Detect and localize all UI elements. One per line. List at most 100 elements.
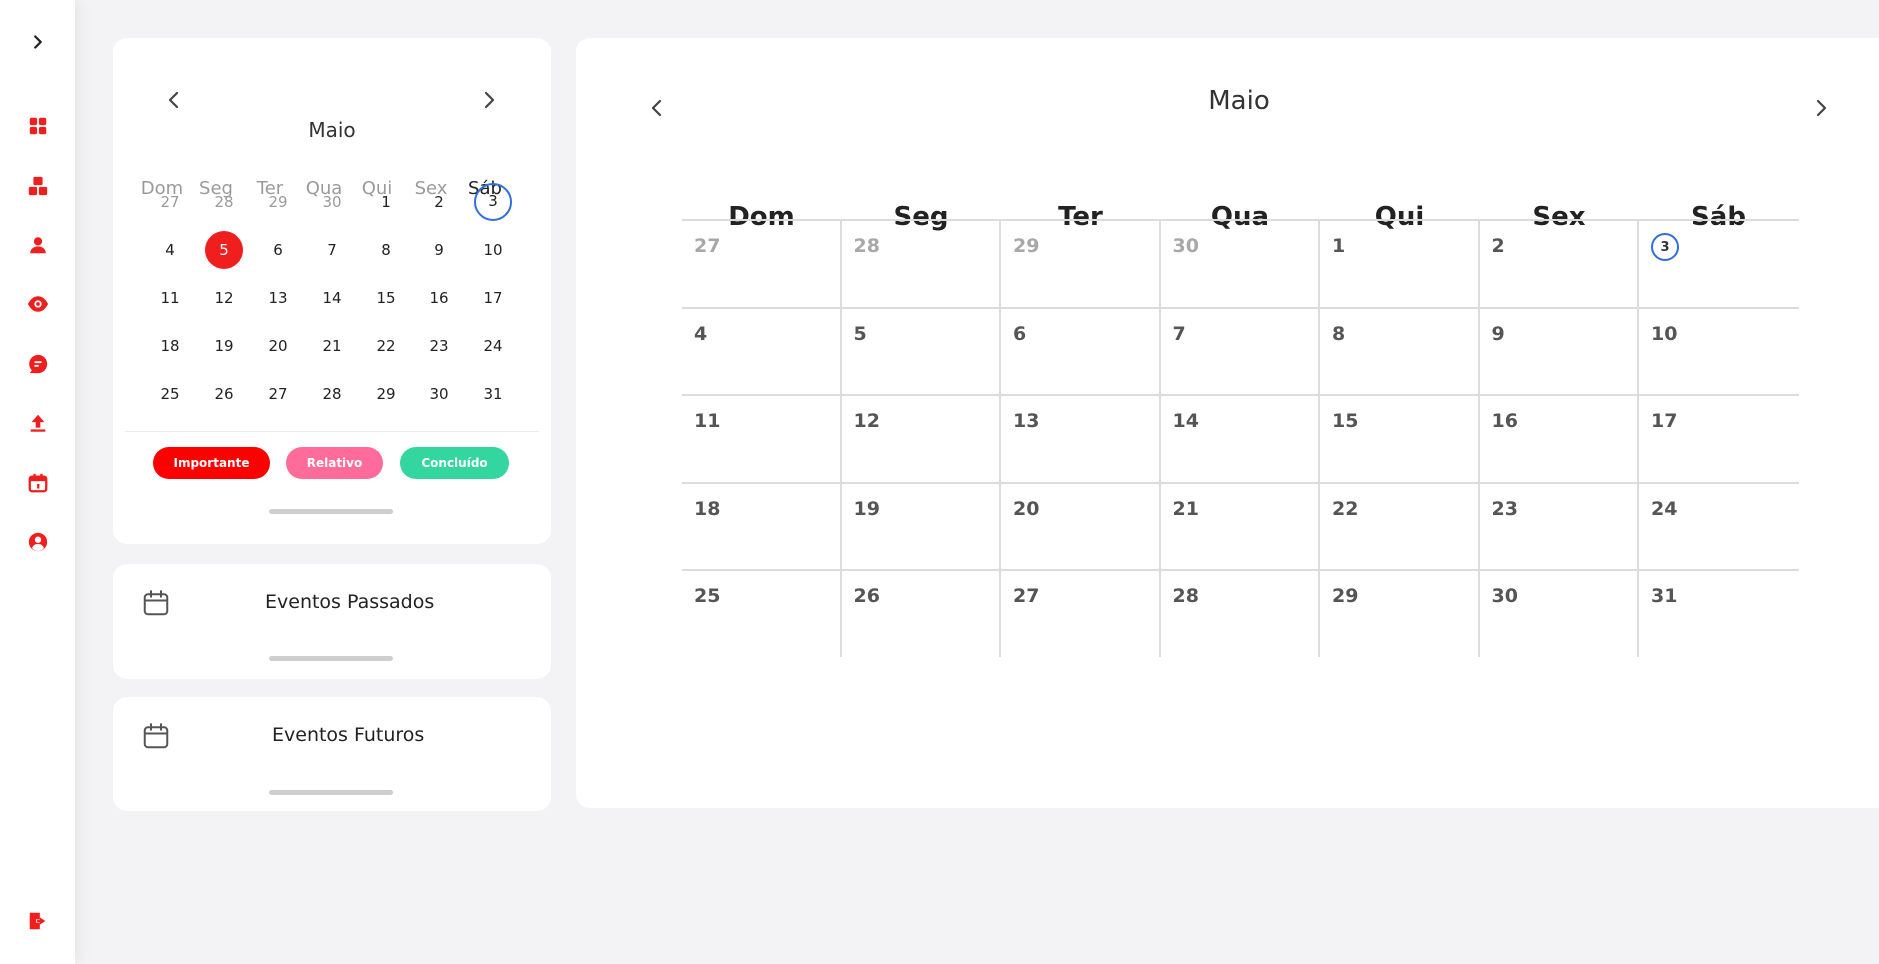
legend-relativo-button[interactable]: Relativo [286,447,383,479]
calendar-day-cell[interactable]: 11 [682,394,842,482]
calendar-day-cell[interactable]: 17 [1639,394,1799,482]
calendar-day-cell[interactable]: 6 [1001,306,1161,395]
mini-calendar-day[interactable]: 2 [420,183,458,221]
main-prev-month-arrow-icon[interactable] [645,96,669,120]
mini-calendar-day[interactable]: 8 [367,231,405,269]
mini-calendar-day[interactable]: 19 [205,327,243,365]
calendar-day-cell[interactable]: 4 [682,306,842,395]
calendar-day-cell[interactable]: 22 [1320,481,1480,570]
mini-calendar-day[interactable]: 27 [259,375,297,413]
mini-calendar-day[interactable]: 28 [313,375,351,413]
main-calendar-card: Maio Dom Seg Ter Qua Qui Sex Sáb 27 28 29 30 1 2 3 4 5… [576,38,1879,808]
mini-calendar-day[interactable]: 22 [367,327,405,365]
logout-button[interactable] [24,907,52,935]
mini-calendar-day[interactable]: 20 [259,327,297,365]
mini-prev-month-arrow-icon[interactable] [162,88,186,112]
mini-calendar-day[interactable]: 27 [151,183,189,221]
legend-importante-button[interactable]: Importante [153,447,270,479]
mini-calendar-day[interactable]: 4 [151,231,189,269]
mini-calendar-day[interactable]: 18 [151,327,189,365]
main-next-month-arrow-icon[interactable] [1809,96,1833,120]
calendar-day-number: 27 [1013,585,1040,608]
calendar-day-cell[interactable]: 18 [682,481,842,570]
sidebar-item-view[interactable] [24,290,52,318]
calendar-day-number: 1 [1332,235,1346,257]
calendar-day-cell[interactable]: 29 [1001,219,1161,307]
sidebar-item-calendar[interactable] [24,469,52,497]
sidebar-item-blocks[interactable] [24,172,52,200]
mini-calendar-day[interactable]: 31 [474,375,512,413]
calendar-day-cell[interactable]: 27 [1001,569,1161,657]
calendar-day-cell[interactable]: 30 [1160,219,1320,307]
mini-calendar-day[interactable]: 9 [420,231,458,269]
calendar-day-cell[interactable]: 16 [1479,394,1639,482]
calendar-day-cell[interactable]: 24 [1639,481,1799,570]
mini-calendar-day[interactable]: 3 [474,183,512,221]
mini-calendar-day[interactable]: 29 [367,375,405,413]
calendar-day-cell[interactable]: 2 [1479,219,1639,307]
mini-calendar-day[interactable]: 6 [259,231,297,269]
mini-calendar-day[interactable]: 11 [151,279,189,317]
calendar-day-cell[interactable]: 14 [1160,394,1320,482]
future-events-card[interactable]: Eventos Futuros [113,697,551,811]
mini-calendar-day[interactable]: 26 [205,375,243,413]
calendar-day-cell[interactable]: 7 [1160,306,1320,395]
calendar-day-number: 7 [1172,322,1186,345]
sidebar-item-user[interactable] [24,231,52,259]
calendar-day-number: 31 [1651,585,1678,608]
sidebar-item-dashboard[interactable] [24,112,52,140]
calendar-day-cell[interactable]: 15 [1320,394,1480,482]
mini-calendar-day[interactable]: 12 [205,279,243,317]
calendar-day-cell[interactable]: 27 [682,219,842,307]
calendar-day-cell[interactable]: 28 [841,219,1001,307]
mini-calendar-day[interactable]: 5 [205,231,243,269]
legend-concluido-button[interactable]: Concluído [400,447,509,479]
calendar-day-cell[interactable]: 28 [1160,569,1320,657]
sidebar-item-chat[interactable] [24,350,52,378]
calendar-day-cell[interactable]: 23 [1479,481,1639,570]
calendar-day-cell[interactable]: 3 [1639,219,1799,307]
mini-calendar-day[interactable]: 25 [151,375,189,413]
calendar-day-number: 5 [853,322,867,345]
mini-calendar-day[interactable]: 13 [259,279,297,317]
past-events-handle[interactable] [269,656,393,661]
mini-calendar-day[interactable]: 16 [420,279,458,317]
past-events-card[interactable]: Eventos Passados [113,564,551,679]
mini-calendar-card: Maio Dom Seg Ter Qua Qui Sex Sáb 27 28 29 30 1 2 3 4 5… [113,38,551,544]
calendar-day-cell[interactable]: 12 [841,394,1001,482]
calendar-day-cell[interactable]: 8 [1320,306,1480,395]
mini-calendar-day[interactable]: 23 [420,327,458,365]
calendar-day-cell[interactable]: 26 [841,569,1001,657]
mini-calendar-day[interactable]: 29 [259,183,297,221]
calendar-day-cell[interactable]: 25 [682,569,842,657]
calendar-day-cell[interactable]: 9 [1479,306,1639,395]
calendar-icon [28,473,47,493]
calendar-day-cell[interactable]: 19 [841,481,1001,570]
calendar-day-cell[interactable]: 21 [1160,481,1320,570]
calendar-day-cell[interactable]: 1 [1320,219,1480,307]
future-events-handle[interactable] [269,790,393,795]
mini-calendar-day[interactable]: 21 [313,327,351,365]
mini-calendar-day[interactable]: 30 [313,183,351,221]
mini-calendar-day[interactable]: 24 [474,327,512,365]
mini-calendar-day[interactable]: 1 [367,183,405,221]
calendar-day-cell[interactable]: 30 [1479,569,1639,657]
mini-calendar-day[interactable]: 14 [313,279,351,317]
mini-calendar-day[interactable]: 17 [474,279,512,317]
sidebar-item-account[interactable] [24,528,52,556]
mini-calendar-day[interactable]: 30 [420,375,458,413]
mini-calendar-day[interactable]: 7 [313,231,351,269]
calendar-day-cell[interactable]: 13 [1001,394,1161,482]
calendar-day-cell[interactable]: 31 [1639,569,1799,657]
card-handle[interactable] [269,509,393,514]
calendar-day-cell[interactable]: 5 [841,306,1001,395]
calendar-day-cell[interactable]: 29 [1320,569,1480,657]
mini-calendar-day[interactable]: 10 [474,231,512,269]
mini-calendar-day[interactable]: 28 [205,183,243,221]
mini-calendar-day[interactable]: 15 [367,279,405,317]
mini-next-month-arrow-icon[interactable] [477,88,501,112]
calendar-day-cell[interactable]: 10 [1639,306,1799,395]
sidebar-toggle-button[interactable] [24,28,52,56]
calendar-day-cell[interactable]: 20 [1001,481,1161,570]
sidebar-item-upload[interactable] [24,409,52,437]
